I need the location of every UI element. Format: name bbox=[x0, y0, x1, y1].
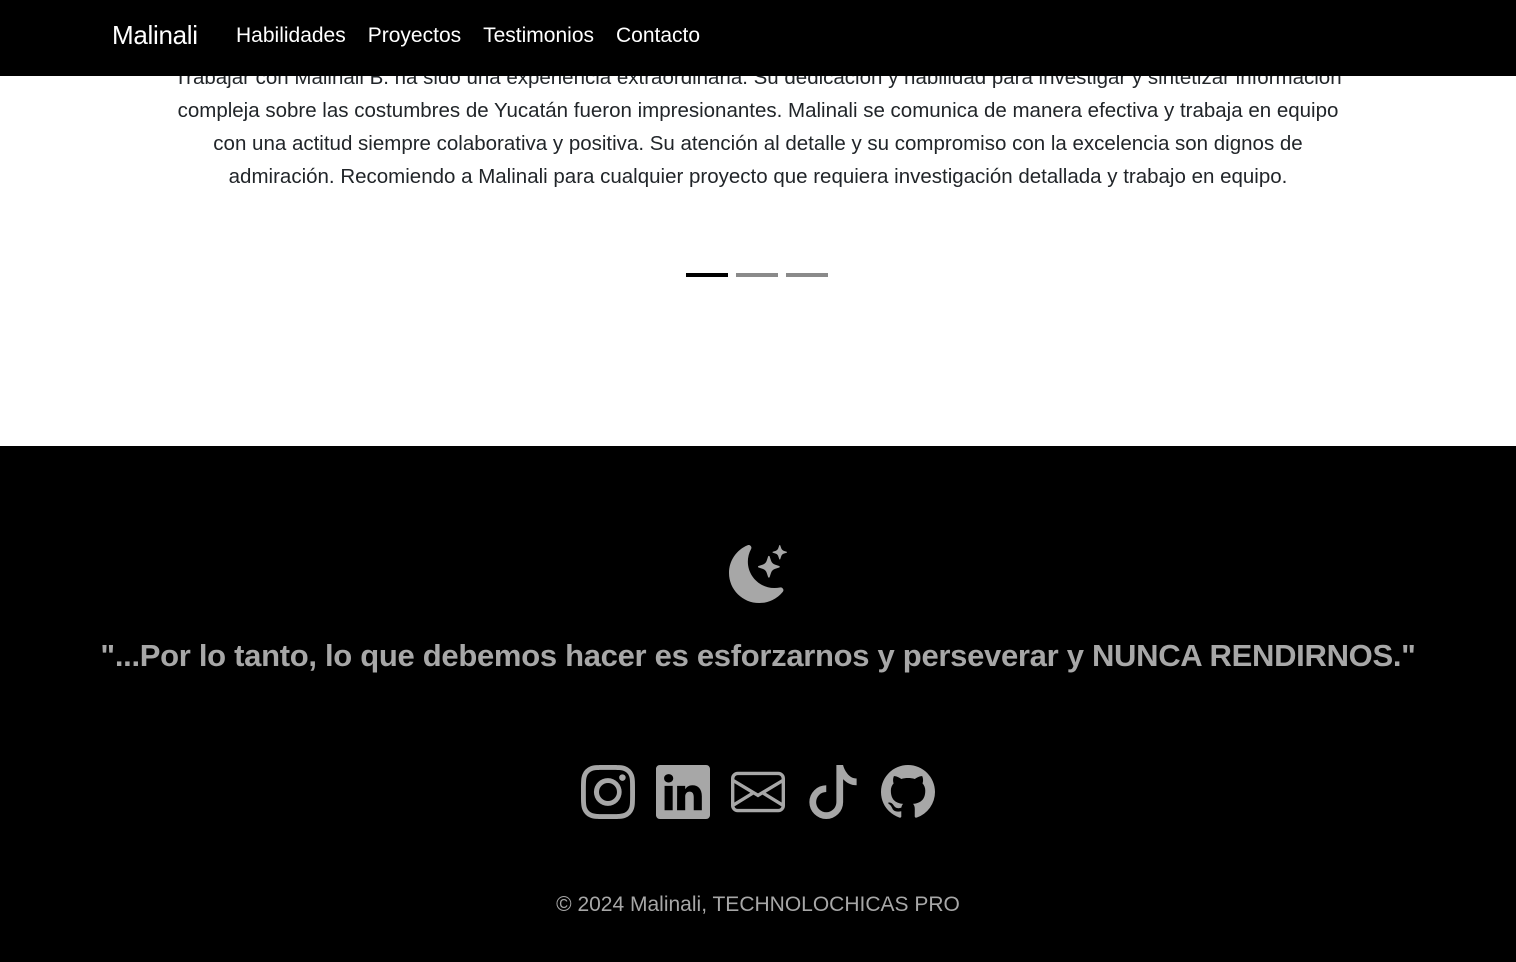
testimonial-text: Trabajar con Malinali B. ha sido una exp… bbox=[174, 66, 1342, 188]
page: Trabajar con Malinali B. ha sido una exp… bbox=[0, 0, 1516, 962]
carousel-indicators bbox=[686, 273, 828, 277]
github-icon[interactable] bbox=[881, 765, 935, 819]
carousel-indicator-3[interactable] bbox=[786, 273, 828, 277]
navbar: Malinali Habilidades Proyectos Testimoni… bbox=[0, 0, 1516, 76]
tiktok-icon[interactable] bbox=[806, 765, 860, 819]
brand-link[interactable]: Malinali bbox=[112, 20, 198, 51]
envelope-icon[interactable] bbox=[731, 765, 785, 819]
nav-link-contacto[interactable]: Contacto bbox=[616, 24, 700, 48]
footer-quote: "...Por lo tanto, lo que debemos hacer e… bbox=[100, 638, 1416, 673]
moon-stars-icon bbox=[729, 545, 787, 603]
carousel-indicator-1[interactable] bbox=[686, 273, 728, 277]
linkedin-icon[interactable] bbox=[656, 765, 710, 819]
nav-link-testimonios[interactable]: Testimonios bbox=[483, 24, 594, 48]
footer: "...Por lo tanto, lo que debemos hacer e… bbox=[0, 446, 1516, 962]
nav-link-proyectos[interactable]: Proyectos bbox=[368, 24, 461, 48]
carousel-indicator-2[interactable] bbox=[736, 273, 778, 277]
social-links bbox=[581, 765, 935, 819]
instagram-icon[interactable] bbox=[581, 765, 635, 819]
nav-links: Habilidades Proyectos Testimonios Contac… bbox=[236, 24, 700, 48]
copyright-text: © 2024 Malinali, TECHNOLOCHICAS PRO bbox=[556, 893, 960, 916]
nav-link-habilidades[interactable]: Habilidades bbox=[236, 24, 346, 48]
